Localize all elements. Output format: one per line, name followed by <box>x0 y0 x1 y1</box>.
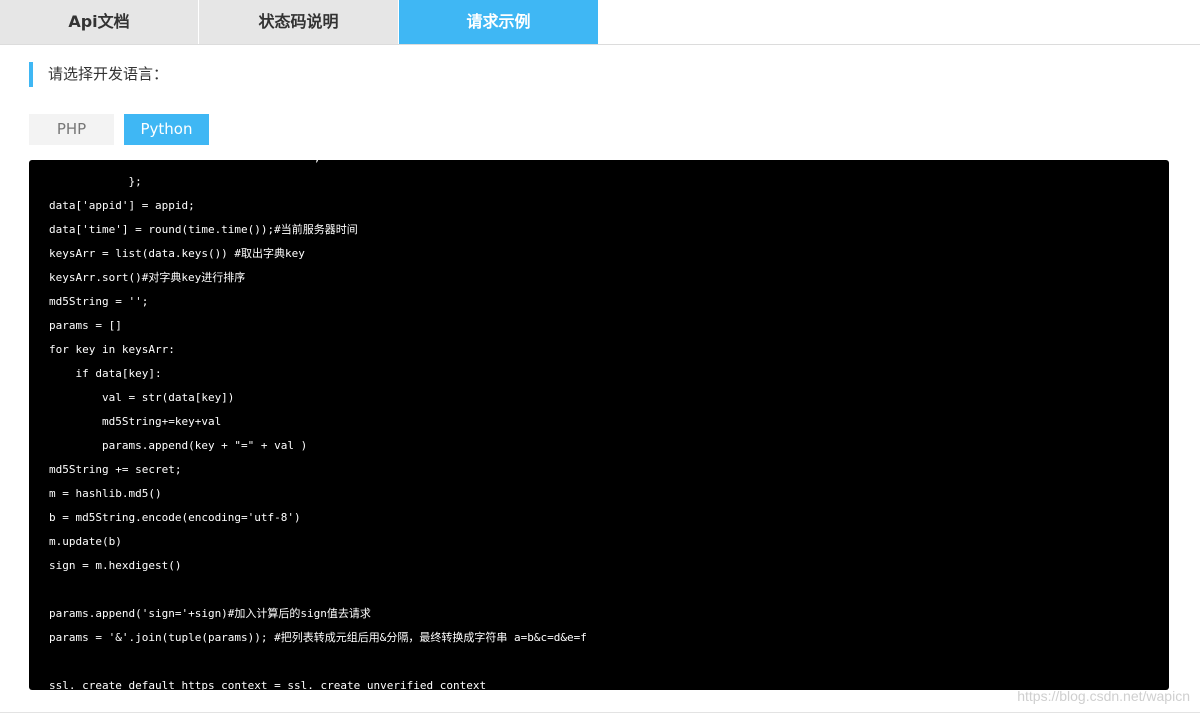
code-line: md5String = ''; <box>49 295 149 308</box>
tab-status-codes[interactable]: 状态码说明 <box>199 0 398 44</box>
tab-bar: Api文档 状态码说明 请求示例 <box>0 0 1200 45</box>
language-button-php[interactable]: PHP <box>29 114 114 145</box>
bottom-divider <box>0 712 1200 713</box>
code-line: for key in keysArr: <box>49 343 175 356</box>
code-line: if data[key]: <box>49 367 162 380</box>
code-content: , }; data['appid'] = appid; data['time']… <box>49 160 1149 690</box>
code-line: b = md5String.encode(encoding='utf-8') <box>49 511 301 524</box>
code-line: m = hashlib.md5() <box>49 487 162 500</box>
code-line: m.update(b) <box>49 535 122 548</box>
code-line: val = str(data[key]) <box>49 391 235 404</box>
code-line: sign = m.hexdigest() <box>49 559 182 572</box>
code-line: ssl._create_default_https_context = ssl.… <box>49 679 487 690</box>
code-line: params = [] <box>49 319 122 332</box>
watermark: https://blog.csdn.net/wapicn <box>1017 688 1190 704</box>
code-line: md5String += secret; <box>49 463 182 476</box>
code-line: data['time'] = round(time.time());#当前服务器… <box>49 223 358 236</box>
tab-request-example[interactable]: 请求示例 <box>399 0 598 44</box>
code-line: , <box>49 160 1149 170</box>
code-line: }; <box>49 175 142 188</box>
code-block[interactable]: , }; data['appid'] = appid; data['time']… <box>29 160 1169 690</box>
tab-api-docs[interactable]: Api文档 <box>0 0 198 44</box>
code-line: params = '&'.join(tuple(params)); #把列表转成… <box>49 631 587 644</box>
code-line: params.append('sign='+sign)#加入计算后的sign值去… <box>49 607 371 620</box>
code-line: keysArr.sort()#对字典key进行排序 <box>49 271 246 284</box>
language-button-python[interactable]: Python <box>124 114 209 145</box>
code-line: data['appid'] = appid; <box>49 199 195 212</box>
code-line: md5String+=key+val <box>49 415 222 428</box>
language-prompt: 请选择开发语言： <box>29 62 168 87</box>
code-line: params.append(key + "=" + val ) <box>49 439 308 452</box>
code-line: keysArr = list(data.keys()) #取出字典key <box>49 247 305 260</box>
